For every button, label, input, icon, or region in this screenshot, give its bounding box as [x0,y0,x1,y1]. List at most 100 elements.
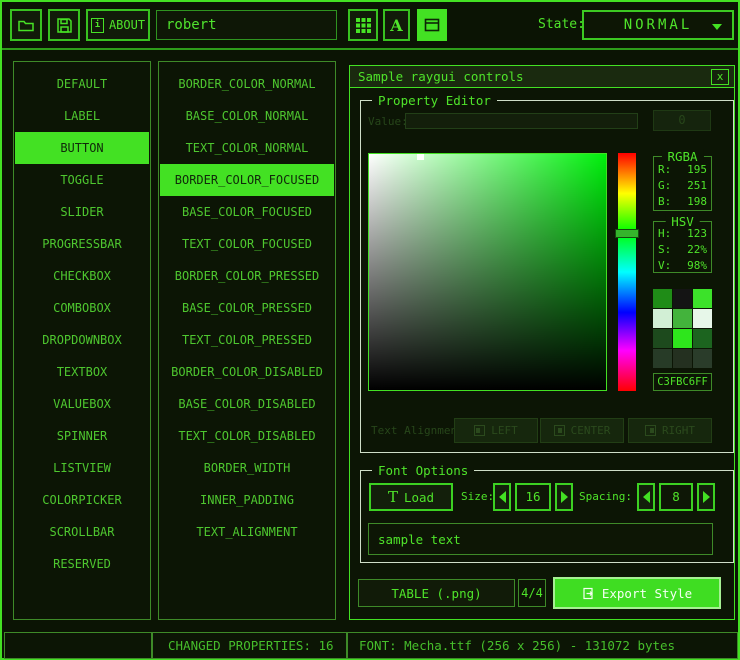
font-atlas-button[interactable]: A [383,9,410,41]
hsv-group: HSV H: 123 S: 22% V: 98% [653,221,712,273]
control-item-colorpicker[interactable]: COLORPICKER [14,484,150,516]
control-item-textbox[interactable]: TEXTBOX [14,356,150,388]
property-item-inner_padding[interactable]: INNER_PADDING [159,484,335,516]
controls-list: DEFAULTLABELBUTTONTOGGLESLIDERPROGRESSBA… [13,61,151,620]
r-value: 195 [687,162,707,178]
toolbar: i ABOUT A State: [2,2,738,50]
s-value: 22% [687,242,707,258]
about-button[interactable]: i ABOUT [86,9,150,41]
sample-controls-window: Sample raygui controls x Property Editor… [349,65,735,620]
chevron-down-icon [712,24,722,30]
size-value-box[interactable]: 16 [515,483,551,511]
value-slider [405,113,638,129]
control-item-progressbar[interactable]: PROGRESSBAR [14,228,150,260]
style-color-swatch[interactable] [693,329,712,348]
property-item-text_color_focused[interactable]: TEXT_COLOR_FOCUSED [159,228,335,260]
arrow-left-icon [499,491,506,503]
control-item-button[interactable]: BUTTON [15,132,149,164]
b-value: 198 [687,194,707,210]
control-item-combobox[interactable]: COMBOBOX [14,292,150,324]
hue-slider-handle[interactable] [615,229,639,238]
control-item-dropdownbox[interactable]: DROPDOWNBOX [14,324,150,356]
property-item-base_color_disabled[interactable]: BASE_COLOR_DISABLED [159,388,335,420]
r-label: R: [658,162,671,178]
style-name-input[interactable] [156,10,337,40]
hex-color-box[interactable]: C3FBC6FF [653,373,712,391]
property-item-border_color_disabled[interactable]: BORDER_COLOR_DISABLED [159,356,335,388]
status-font-info: FONT: Mecha.ttf (256 x 256) - 131072 byt… [347,632,738,659]
property-item-base_color_focused[interactable]: BASE_COLOR_FOCUSED [159,196,335,228]
export-style-button[interactable]: Export Style [553,577,721,609]
info-icon: i [91,18,104,33]
format-counter[interactable]: 4/4 [518,579,546,607]
property-item-base_color_normal[interactable]: BASE_COLOR_NORMAL [159,100,335,132]
style-color-swatch[interactable] [673,329,692,348]
style-color-swatch[interactable] [693,349,712,368]
property-item-border_color_normal[interactable]: BORDER_COLOR_NORMAL [159,68,335,100]
size-increase-button[interactable] [555,483,573,511]
property-item-base_color_pressed[interactable]: BASE_COLOR_PRESSED [159,292,335,324]
property-item-text_color_normal[interactable]: TEXT_COLOR_NORMAL [159,132,335,164]
font-options-label: Font Options [372,463,474,478]
export-format-combo[interactable]: TABLE (.png) [358,579,515,607]
style-color-swatch[interactable] [653,329,672,348]
color-picker-panel[interactable] [368,153,607,391]
property-item-text_alignment[interactable]: TEXT_ALIGNMENT [159,516,335,548]
control-item-default[interactable]: DEFAULT [14,68,150,100]
hsv-row-s: S: 22% [654,242,711,258]
control-item-spinner[interactable]: SPINNER [14,420,150,452]
style-table-view-button[interactable] [348,9,378,41]
property-item-text_color_disabled[interactable]: TEXT_COLOR_DISABLED [159,420,335,452]
align-left-icon [474,425,485,436]
rgba-row-b: B: 198 [654,194,711,210]
control-item-checkbox[interactable]: CHECKBOX [14,260,150,292]
control-item-scrollbar[interactable]: SCROLLBAR [14,516,150,548]
style-color-swatch[interactable] [653,309,672,328]
rgba-label: RGBA [661,149,703,164]
arrow-right-icon [561,491,568,503]
spacing-decrease-button[interactable] [637,483,655,511]
property-editor-label: Property Editor [372,93,497,108]
window-titlebar[interactable]: Sample raygui controls [350,66,734,88]
load-font-button[interactable]: T Load [369,483,453,511]
style-color-swatch[interactable] [653,289,672,308]
property-item-border_color_focused[interactable]: BORDER_COLOR_FOCUSED [160,164,334,196]
property-item-border_width[interactable]: BORDER_WIDTH [159,452,335,484]
sample-window-toggle-button[interactable] [417,9,447,41]
state-dropdown[interactable]: NORMAL [582,10,734,40]
style-color-swatch[interactable] [693,289,712,308]
hue-slider[interactable] [618,153,636,391]
color-swatch-grid [653,289,712,368]
control-item-label[interactable]: LABEL [14,100,150,132]
arrow-right-icon [703,491,710,503]
align-center-button: CENTER [540,418,624,443]
about-label: ABOUT [109,18,145,32]
property-item-border_color_pressed[interactable]: BORDER_COLOR_PRESSED [159,260,335,292]
v-value: 98% [687,258,707,274]
control-item-toggle[interactable]: TOGGLE [14,164,150,196]
status-changed-properties: CHANGED PROPERTIES: 16 [152,632,347,659]
grid-icon [356,18,371,33]
window-title: Sample raygui controls [358,69,524,84]
state-value: NORMAL [624,17,693,33]
control-item-listview[interactable]: LISTVIEW [14,452,150,484]
close-window-button[interactable]: x [711,69,729,85]
size-decrease-button[interactable] [493,483,511,511]
style-color-swatch[interactable] [653,349,672,368]
spacing-increase-button[interactable] [697,483,715,511]
sample-text-input[interactable]: sample text [368,523,713,555]
open-style-button[interactable] [10,9,42,41]
save-style-button[interactable] [48,9,80,41]
control-item-valuebox[interactable]: VALUEBOX [14,388,150,420]
style-color-swatch[interactable] [673,309,692,328]
style-color-swatch[interactable] [693,309,712,328]
picker-cursor[interactable] [417,154,424,160]
style-color-swatch[interactable] [673,289,692,308]
property-item-text_color_pressed[interactable]: TEXT_COLOR_PRESSED [159,324,335,356]
spacing-value-box[interactable]: 8 [659,483,693,511]
control-item-reserved[interactable]: RESERVED [14,548,150,580]
control-item-slider[interactable]: SLIDER [14,196,150,228]
style-color-swatch[interactable] [673,349,692,368]
font-a-icon: A [390,16,402,35]
align-left-button: LEFT [454,418,538,443]
